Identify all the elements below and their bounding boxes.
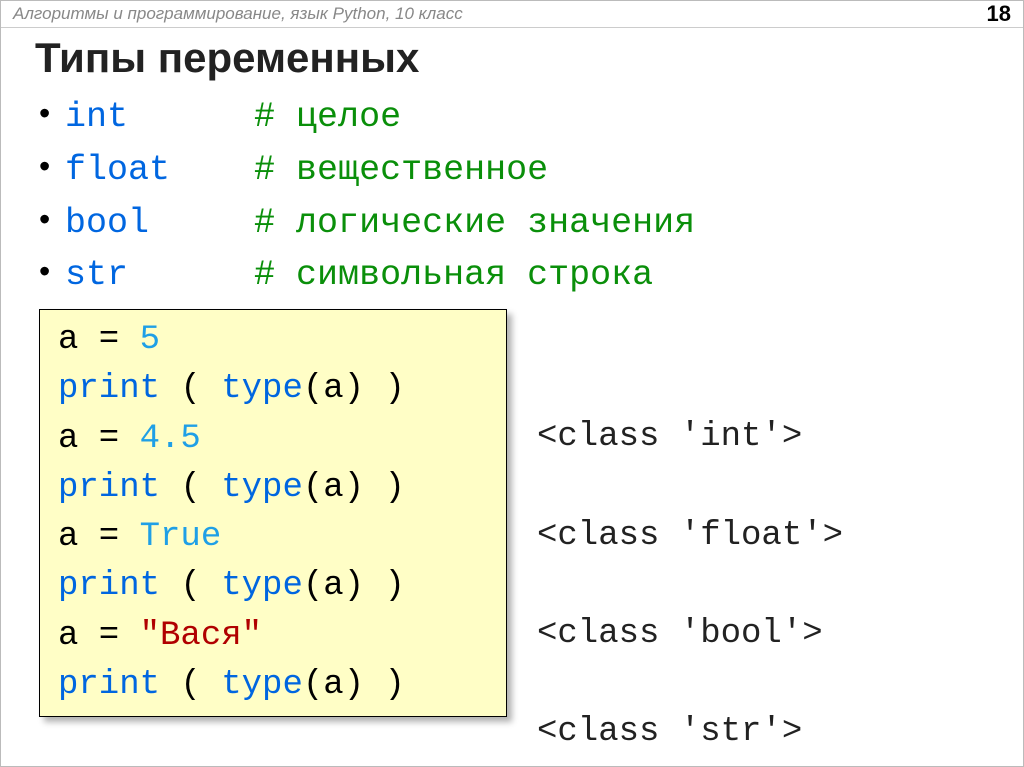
paren: (: [303, 469, 323, 507]
slide-title: Типы переменных: [1, 28, 1023, 90]
bullet-icon: •: [39, 143, 65, 189]
type-keyword: str: [65, 255, 128, 295]
output-spacer: [537, 659, 843, 708]
eq: =: [78, 420, 139, 458]
var: a: [323, 370, 343, 408]
pad: [128, 97, 254, 137]
paren: ): [385, 666, 405, 704]
pad: [128, 255, 254, 295]
header-bar: Алгоритмы и программирование, язык Pytho…: [1, 1, 1023, 28]
type-comment: # символьная строка: [254, 255, 653, 295]
paren: (: [303, 567, 323, 605]
type-row-bool: •bool # логические значения: [39, 196, 993, 249]
paren: ): [344, 370, 385, 408]
fn-print: print: [58, 370, 160, 408]
paren: (: [160, 370, 221, 408]
var: a: [58, 420, 78, 458]
type-list: •int # целое •float # вещественное •bool…: [39, 90, 993, 301]
pad: [149, 203, 254, 243]
fn-type: type: [221, 567, 303, 605]
content-area: •int # целое •float # вещественное •bool…: [1, 90, 1023, 767]
fn-print: print: [58, 469, 160, 507]
eq: =: [78, 321, 139, 359]
bullet-icon: •: [39, 196, 65, 242]
type-row-str: •str # символьная строка: [39, 248, 993, 301]
fn-type: type: [221, 370, 303, 408]
code-box: a = 5 print ( type(a) ) a = 4.5 print ( …: [39, 309, 507, 717]
paren: ): [344, 567, 385, 605]
var: a: [58, 518, 78, 556]
type-comment: # логические значения: [254, 203, 695, 243]
type-comment: # целое: [254, 97, 401, 137]
paren: (: [303, 370, 323, 408]
output-float: <class 'float'>: [537, 517, 843, 555]
slide: Алгоритмы и программирование, язык Pytho…: [0, 0, 1024, 767]
code-and-output-row: a = 5 print ( type(a) ) a = 4.5 print ( …: [39, 309, 993, 767]
var: a: [58, 321, 78, 359]
var: a: [323, 567, 343, 605]
bullet-icon: •: [39, 248, 65, 294]
type-keyword: bool: [65, 203, 149, 243]
type-comment: # вещественное: [254, 150, 548, 190]
paren: ): [385, 370, 405, 408]
paren: ): [344, 666, 385, 704]
paren: (: [160, 666, 221, 704]
literal-str: "Вася": [140, 617, 262, 655]
type-row-int: •int # целое: [39, 90, 993, 143]
fn-print: print: [58, 666, 160, 704]
pad: [170, 150, 254, 190]
fn-type: type: [221, 469, 303, 507]
output-spacer: [537, 561, 843, 610]
type-row-float: •float # вещественное: [39, 143, 993, 196]
paren: (: [303, 666, 323, 704]
output-str: <class 'str'>: [537, 713, 802, 751]
literal-int: 5: [140, 321, 160, 359]
var: a: [323, 666, 343, 704]
paren: (: [160, 469, 221, 507]
bullet-icon: •: [39, 90, 65, 136]
paren: ): [385, 469, 405, 507]
output-column: <class 'int'> <class 'float'> <class 'bo…: [537, 309, 843, 767]
output-int: <class 'int'>: [537, 418, 802, 456]
literal-bool: True: [140, 518, 222, 556]
var: a: [323, 469, 343, 507]
subject-label: Алгоритмы и программирование, язык Pytho…: [13, 4, 463, 24]
page-number: 18: [987, 1, 1011, 27]
fn-print: print: [58, 567, 160, 605]
type-keyword: float: [65, 150, 170, 190]
fn-type: type: [221, 666, 303, 704]
eq: =: [78, 518, 139, 556]
eq: =: [78, 617, 139, 655]
paren: ): [344, 469, 385, 507]
paren: (: [160, 567, 221, 605]
var: a: [58, 617, 78, 655]
output-spacer: [537, 364, 843, 413]
type-keyword: int: [65, 97, 128, 137]
literal-float: 4.5: [140, 420, 201, 458]
paren: ): [385, 567, 405, 605]
output-spacer: [537, 463, 843, 512]
output-bool: <class 'bool'>: [537, 615, 823, 653]
